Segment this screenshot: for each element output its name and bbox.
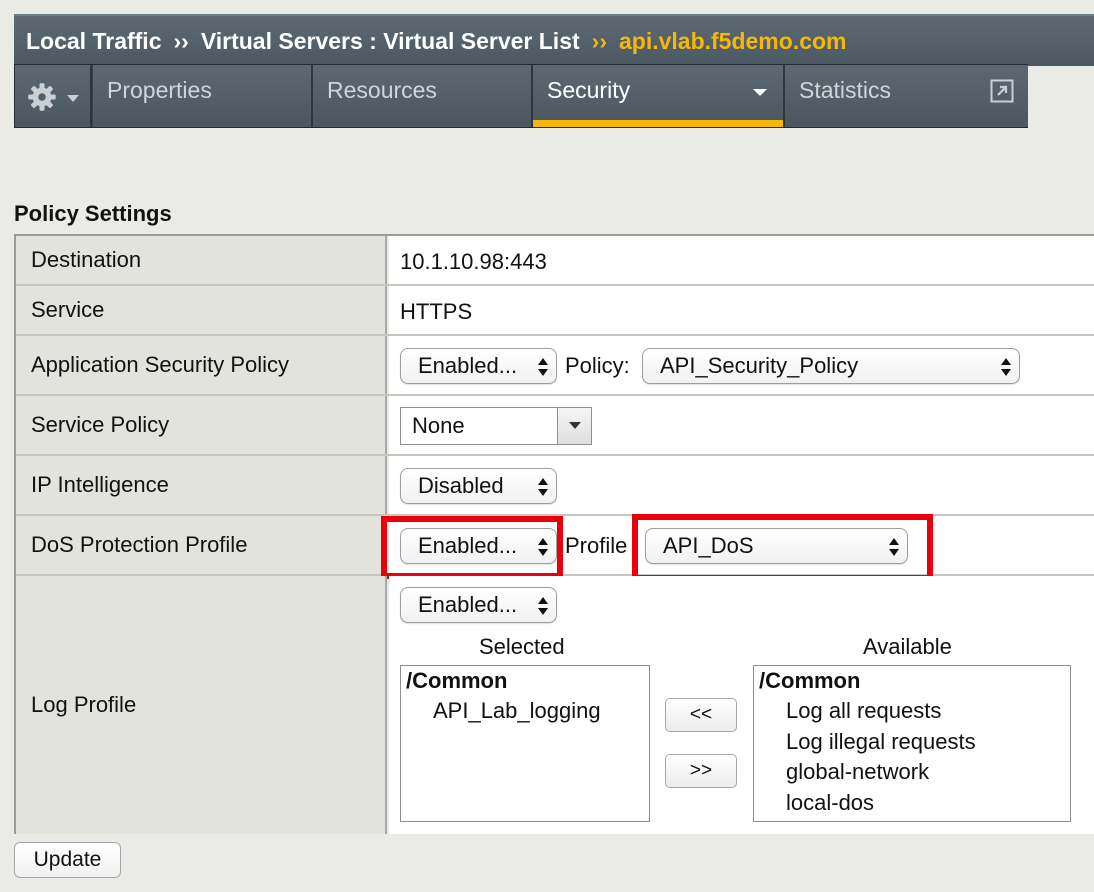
selected-log-profiles-list[interactable]: /Common API_Lab_logging [400,665,650,822]
ip-intelligence-value: Disabled [418,473,504,498]
row-application-security-policy: Application Security Policy Enabled... P… [16,336,1094,396]
tab-settings-menu[interactable] [15,65,92,127]
tab-resources-label: Resources [327,77,437,103]
breadcrumb-current: api.vlab.f5demo.com [618,27,847,54]
available-log-profiles-list[interactable]: /Common Log all requests Log illegal req… [753,665,1071,822]
tab-properties[interactable]: Properties [93,65,313,127]
application-security-policy-cell: Enabled... Policy: API_Security_Policy [389,336,1094,394]
gear-icon [28,83,56,111]
breadcrumb: Local Traffic ›› Virtual Servers : Virtu… [14,14,1094,66]
row-ip-intelligence: IP Intelligence Disabled [16,456,1094,516]
policy-label: Policy: [565,353,630,378]
popout-icon[interactable] [990,79,1014,103]
breadcrumb-virtual-server-list[interactable]: Virtual Servers : Virtual Server List [201,28,580,55]
destination-label: Destination [16,236,387,284]
log-profile-state-value: Enabled... [418,592,518,617]
active-tab-indicator [533,120,783,127]
section-title-policy-settings: Policy Settings [14,201,172,226]
tab-properties-label: Properties [107,77,212,103]
service-policy-cell: None [389,396,1094,454]
tab-statistics[interactable]: Statistics [785,65,1028,127]
application-security-state-value: Enabled... [418,353,518,378]
tab-security-label: Security [547,77,631,103]
caret-down-icon [568,422,581,429]
updown-arrows-icon [538,358,548,376]
service-policy-dropdown-button[interactable] [558,407,592,445]
updown-arrows-icon [538,597,548,615]
destination-value: 10.1.10.98:443 [400,249,547,274]
available-group-common: /Common [759,668,861,693]
application-security-policy-label: Application Security Policy [16,336,387,394]
available-list-header: Available [863,634,952,659]
application-security-state-select[interactable]: Enabled... [400,348,557,384]
row-service-policy: Service Policy None [16,396,1094,456]
service-cell: HTTPS [389,286,1094,334]
updown-arrows-icon [1001,358,1011,376]
tab-resources[interactable]: Resources [313,65,533,127]
breadcrumb-separator: ›› [173,27,189,54]
tab-bar: Properties Resources Security Statistics [14,64,1028,128]
ip-intelligence-label: IP Intelligence [16,456,387,514]
policy-settings-table: Destination 10.1.10.98:443 Service HTTPS… [14,234,1094,834]
caret-down-icon [753,89,767,96]
dos-protection-profile-cell: Enabled... Profile API_DoS [381,514,1094,581]
destination-cell: 10.1.10.98:443 [389,236,1094,284]
tab-statistics-label: Statistics [799,77,892,103]
dos-protection-profile-label: DoS Protection Profile [16,516,387,574]
log-profile-cell: Enabled... Selected Available /Common AP… [389,576,1094,834]
highlight-box-dos-state [381,516,563,579]
service-policy-input[interactable]: None [400,407,558,445]
ip-intelligence-cell: Disabled [389,456,1094,514]
service-policy-label: Service Policy [16,396,387,454]
caret-down-icon [67,95,79,102]
profile-label: Profile [565,533,628,558]
log-profile-label: Log Profile [16,576,387,834]
application-security-policy-select[interactable]: API_Security_Policy [642,348,1020,384]
row-dos-protection-profile: DoS Protection Profile Enabled... Profil… [16,514,1094,581]
update-button[interactable]: Update [14,842,121,878]
move-to-available-button[interactable]: >> [665,754,737,788]
application-security-policy-value: API_Security_Policy [660,353,859,378]
updown-arrows-icon [538,478,548,496]
row-destination: Destination 10.1.10.98:443 [16,236,1094,286]
available-item-log-all-requests[interactable]: Log all requests [786,698,941,724]
service-value: HTTPS [400,299,473,324]
service-policy-value: None [412,413,465,438]
selected-item-api-lab-logging[interactable]: API_Lab_logging [433,698,601,724]
row-service: Service HTTPS [16,286,1094,336]
ip-intelligence-select[interactable]: Disabled [400,468,557,504]
available-item-local-dos[interactable]: local-dos [786,790,874,816]
selected-list-header: Selected [479,634,565,659]
log-profile-state-select[interactable]: Enabled... [400,587,557,623]
highlight-box-dos-profile [632,514,933,581]
breadcrumb-separator: ›› [591,27,607,54]
breadcrumb-local-traffic[interactable]: Local Traffic [26,28,161,55]
selected-group-common: /Common [406,668,508,693]
service-label: Service [16,286,387,334]
available-item-log-illegal-requests[interactable]: Log illegal requests [786,729,976,755]
row-log-profile: Log Profile Enabled... Selected Availabl… [16,576,1094,834]
move-to-selected-button[interactable]: << [665,698,737,732]
available-item-global-network[interactable]: global-network [786,759,929,785]
tab-security[interactable]: Security [533,65,785,127]
